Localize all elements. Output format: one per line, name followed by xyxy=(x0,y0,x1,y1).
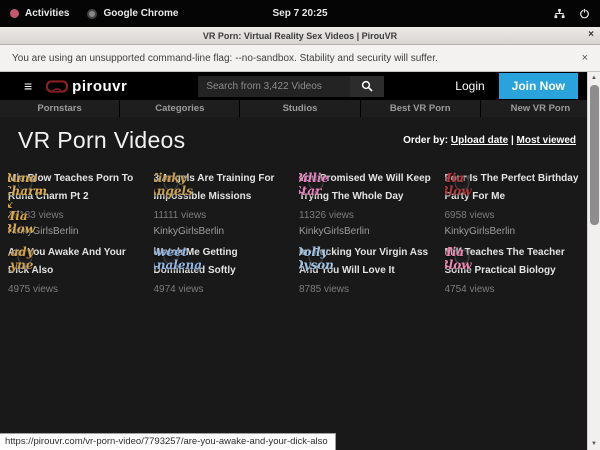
page-scrollbar[interactable]: ▲ ▼ xyxy=(587,72,600,450)
video-card: Lady Lyne 30:17 Are You Awake And Your D… xyxy=(8,242,146,295)
menu-item-pornstars[interactable]: Pornstars xyxy=(0,100,119,117)
warning-text: You are using an unsupported command-lin… xyxy=(12,53,438,64)
search-button[interactable] xyxy=(350,76,384,97)
order-by-label: Order by: xyxy=(403,135,448,146)
search-icon xyxy=(361,80,373,92)
page-title: VR Porn Videos xyxy=(18,127,185,154)
browser-viewport: ≡ pirouvr Login Join No xyxy=(0,72,600,450)
login-link[interactable]: Login xyxy=(455,79,484,93)
view-count: 11326 views xyxy=(299,210,437,221)
window-title: VR Porn: Virtual Reality Sex Videos | Pi… xyxy=(0,31,600,41)
order-by: Order by: Upload date | Most viewed xyxy=(403,135,576,146)
status-bar-url: https://pirouvr.com/vr-porn-video/779325… xyxy=(0,433,336,450)
menu-item-studios[interactable]: Studios xyxy=(240,100,359,117)
site-logo[interactable]: pirouvr xyxy=(46,78,127,95)
site-navbar: ≡ pirouvr Login Join No xyxy=(0,72,600,100)
search-bar xyxy=(198,76,384,97)
order-link-upload-date[interactable]: Upload date xyxy=(451,135,508,146)
system-top-bar: Activities Google Chrome Sep 7 20:25 xyxy=(0,0,600,27)
sandbox-warning-bar: You are using an unsupported command-lin… xyxy=(0,45,600,72)
site-logo-text: pirouvr xyxy=(72,78,127,95)
view-count: 11111 views xyxy=(154,210,292,221)
video-card: Mia Blow 39:36 Four Is The Perfect Birth… xyxy=(445,168,583,239)
view-count: 4975 views xyxy=(8,284,146,295)
join-now-button[interactable]: Join Now xyxy=(499,73,578,99)
order-link-most-viewed[interactable]: Most viewed xyxy=(517,135,576,146)
video-card: Kinky Angels 47:01 3 Angels Are Training… xyxy=(154,168,292,239)
video-card: Billie Star 25:03 You Promised We Will K… xyxy=(299,168,437,239)
vr-headset-icon xyxy=(46,80,68,93)
power-icon[interactable] xyxy=(579,8,590,19)
video-card: Dolly Dyson 33:59 Im Fucking Your Virgin… xyxy=(299,242,437,295)
video-card: Sweet Analena 36:30 Watch Me Getting Dom… xyxy=(154,242,292,295)
menu-item-categories[interactable]: Categories xyxy=(120,100,239,117)
page-header: VR Porn Videos Order by: Upload date | M… xyxy=(0,117,600,164)
clock[interactable]: Sep 7 20:25 xyxy=(0,8,600,19)
video-grid: Runa Charm & Mia Blow 43:18 Mia Blow Tea… xyxy=(0,164,600,295)
scroll-down-icon[interactable]: ▼ xyxy=(588,438,600,450)
window-titlebar[interactable]: VR Porn: Virtual Reality Sex Videos | Pi… xyxy=(0,27,600,45)
main-menu: Pornstars Categories Studios Best VR Por… xyxy=(0,100,600,117)
network-icon[interactable] xyxy=(554,8,565,19)
studio-link[interactable]: KinkyGirlsBerlin xyxy=(299,226,370,237)
warning-close-icon[interactable]: × xyxy=(582,52,588,64)
menu-item-new-vr[interactable]: New VR Porn xyxy=(481,100,600,117)
view-count: 4974 views xyxy=(154,284,292,295)
view-count: 8785 views xyxy=(299,284,437,295)
view-count: 19183 views xyxy=(8,210,146,221)
scroll-up-icon[interactable]: ▲ xyxy=(588,72,600,84)
video-card: Mia Blow 35:58 Milf Teaches The Teacher … xyxy=(445,242,583,295)
hamburger-menu-icon[interactable]: ≡ xyxy=(24,79,32,93)
view-count: 6958 views xyxy=(445,210,583,221)
search-input[interactable] xyxy=(198,76,350,97)
studio-link[interactable]: KinkyGirlsBerlin xyxy=(445,226,516,237)
menu-item-best-vr[interactable]: Best VR Porn xyxy=(361,100,480,117)
video-card: Runa Charm & Mia Blow 43:18 Mia Blow Tea… xyxy=(8,168,146,239)
studio-link[interactable]: KinkyGirlsBerlin xyxy=(154,226,225,237)
view-count: 4754 views xyxy=(445,284,583,295)
scrollbar-thumb[interactable] xyxy=(590,85,599,225)
desktop-screen: Activities Google Chrome Sep 7 20:25 VR … xyxy=(0,0,600,450)
window-close-icon[interactable]: × xyxy=(588,29,594,40)
